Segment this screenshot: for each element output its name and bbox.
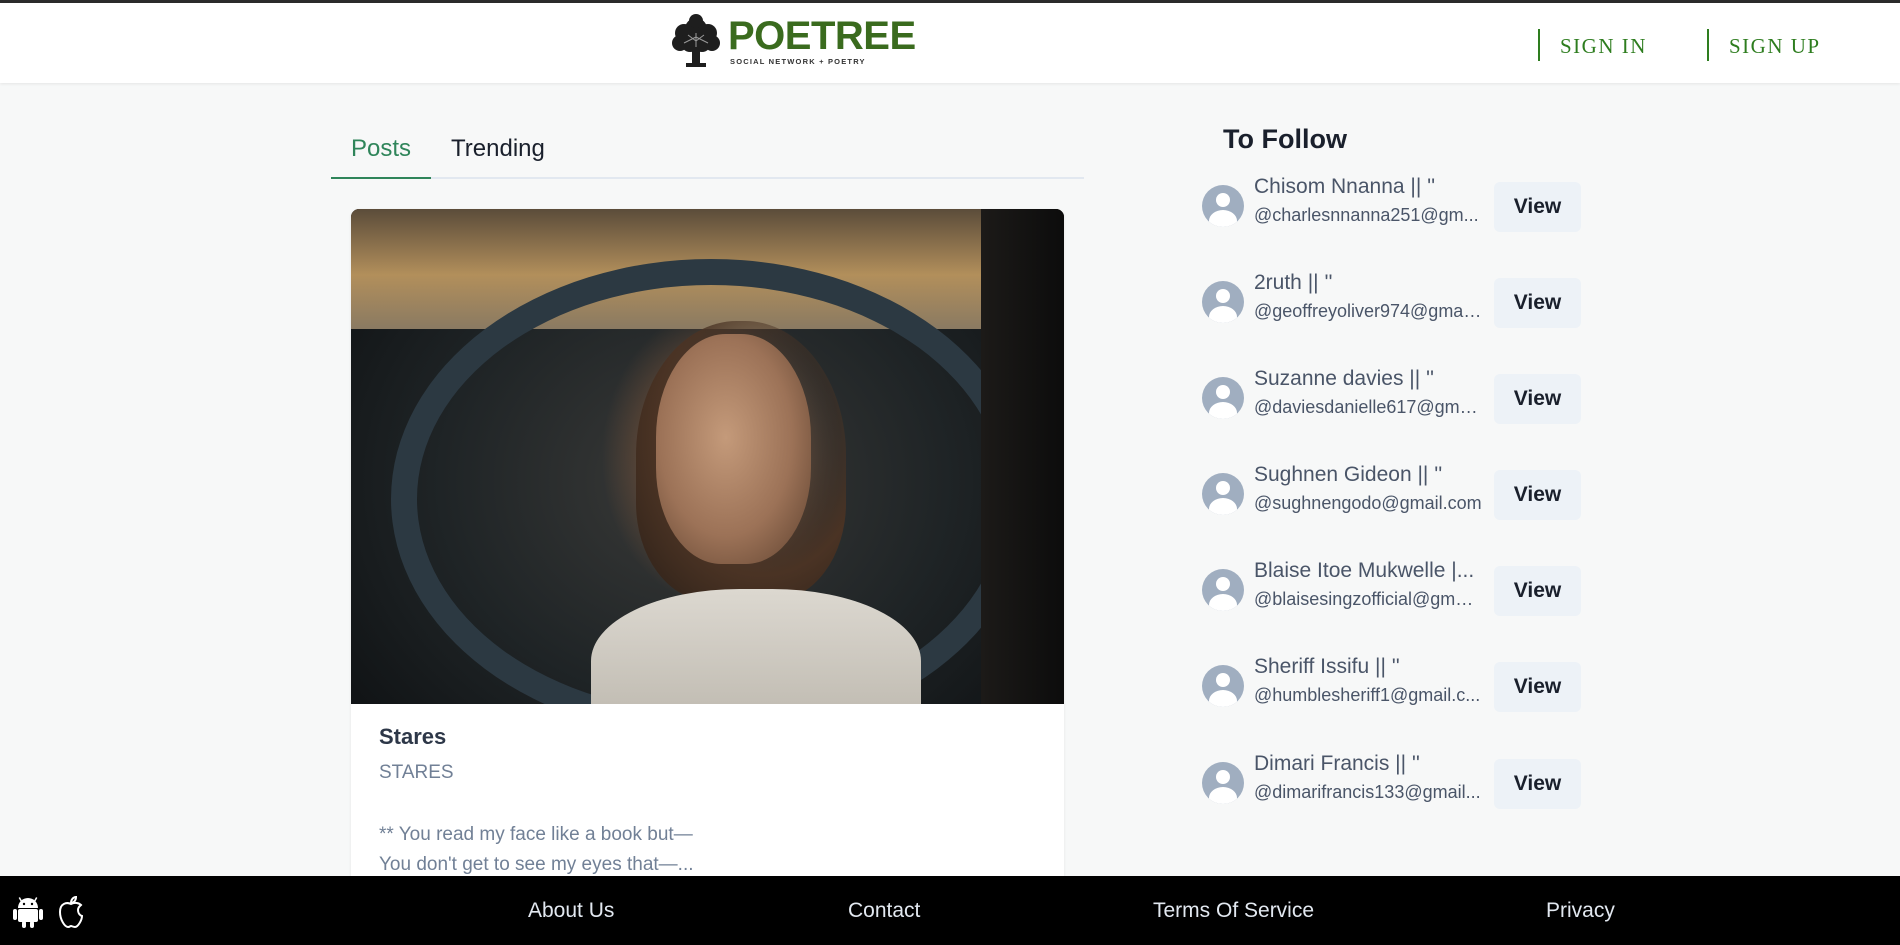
follow-name: Blaise Itoe Mukwelle |... [1254, 559, 1475, 582]
footer-about-us[interactable]: About Us [528, 876, 614, 945]
logo-tagline: SOCIAL NETWORK + POETRY [730, 57, 866, 66]
follow-name: Sughnen Gideon || '' [1254, 463, 1443, 486]
logo[interactable]: POETREE SOCIAL NETWORK + POETRY [670, 11, 916, 71]
android-icon[interactable] [12, 895, 44, 929]
follow-handle: @blaisesingzofficial@gmai... [1254, 589, 1482, 609]
tree-icon [672, 14, 720, 67]
apple-icon[interactable] [55, 895, 87, 929]
view-button[interactable]: View [1494, 759, 1581, 809]
footer-terms[interactable]: Terms Of Service [1153, 876, 1314, 945]
post-excerpt: ** You read my face like a book but— You… [379, 820, 1039, 880]
post-title[interactable]: Stares [379, 724, 1039, 750]
avatar[interactable] [1202, 377, 1244, 419]
follow-name: Suzanne davies || '' [1254, 367, 1435, 390]
view-button[interactable]: View [1494, 278, 1581, 328]
follow-handle: @sughnengodo@gmail.com [1254, 493, 1482, 513]
follow-item: Sheriff Issifu || '' @humblesheriff1@gma… [1202, 655, 1582, 715]
footer: About Us Contact Terms Of Service Privac… [0, 876, 1900, 945]
follow-handle: @charlesnnanna251@gm... [1254, 205, 1479, 225]
sign-in-link[interactable]: SIGN IN [1538, 29, 1647, 61]
image-face [656, 334, 811, 564]
avatar[interactable] [1202, 665, 1244, 707]
to-follow-heading: To Follow [1223, 124, 1347, 154]
post-card[interactable]: Stares STARES ** You read my face like a… [351, 209, 1064, 945]
follow-item: Sughnen Gideon || '' @sughnengodo@gmail.… [1202, 463, 1582, 523]
logo-name: POETREE [728, 14, 916, 58]
view-button[interactable]: View [1494, 566, 1581, 616]
feed-tabs: Posts Trending [331, 127, 1084, 179]
footer-privacy[interactable]: Privacy [1546, 876, 1615, 945]
image-right-shadow [981, 209, 1064, 704]
avatar[interactable] [1202, 569, 1244, 611]
follow-handle: @geoffreyoliver974@gmai... [1254, 301, 1482, 321]
follow-item: Dimari Francis || '' @dimarifrancis133@g… [1202, 752, 1582, 812]
follow-item: Blaise Itoe Mukwelle |... @blaisesingzof… [1202, 559, 1582, 619]
avatar[interactable] [1202, 185, 1244, 227]
avatar[interactable] [1202, 473, 1244, 515]
follow-handle: @humblesheriff1@gmail.c... [1254, 685, 1481, 705]
tab-posts[interactable]: Posts [331, 127, 432, 179]
follow-item: Chisom Nnanna || '' @charlesnnanna251@gm… [1202, 175, 1582, 235]
avatar[interactable] [1202, 762, 1244, 804]
follow-handle: @dimarifrancis133@gmail... [1254, 782, 1481, 802]
avatar[interactable] [1202, 281, 1244, 323]
view-button[interactable]: View [1494, 374, 1581, 424]
view-button[interactable]: View [1494, 470, 1581, 520]
follow-item: Suzanne davies || '' @daviesdanielle617@… [1202, 367, 1582, 427]
sign-up-link[interactable]: SIGN UP [1707, 29, 1821, 61]
header: POETREE SOCIAL NETWORK + POETRY SIGN IN … [0, 3, 1900, 83]
tab-trending[interactable]: Trending [431, 127, 565, 179]
post-image[interactable] [351, 209, 1064, 704]
follow-name: Sheriff Issifu || '' [1254, 655, 1400, 678]
view-button[interactable]: View [1494, 182, 1581, 232]
follow-name: 2ruth || '' [1254, 271, 1333, 294]
follow-item: 2ruth || '' @geoffreyoliver974@gmai... V… [1202, 271, 1582, 331]
footer-contact[interactable]: Contact [848, 876, 920, 945]
post-body: Stares STARES ** You read my face like a… [379, 724, 1039, 880]
view-button[interactable]: View [1494, 662, 1581, 712]
follow-name: Dimari Francis || '' [1254, 752, 1420, 775]
post-subtitle: STARES [379, 762, 454, 783]
follow-handle: @daviesdanielle617@gma... [1254, 397, 1482, 417]
follow-name: Chisom Nnanna || '' [1254, 175, 1436, 198]
post-excerpt-line: ** You read my face like a book but— [379, 824, 693, 845]
